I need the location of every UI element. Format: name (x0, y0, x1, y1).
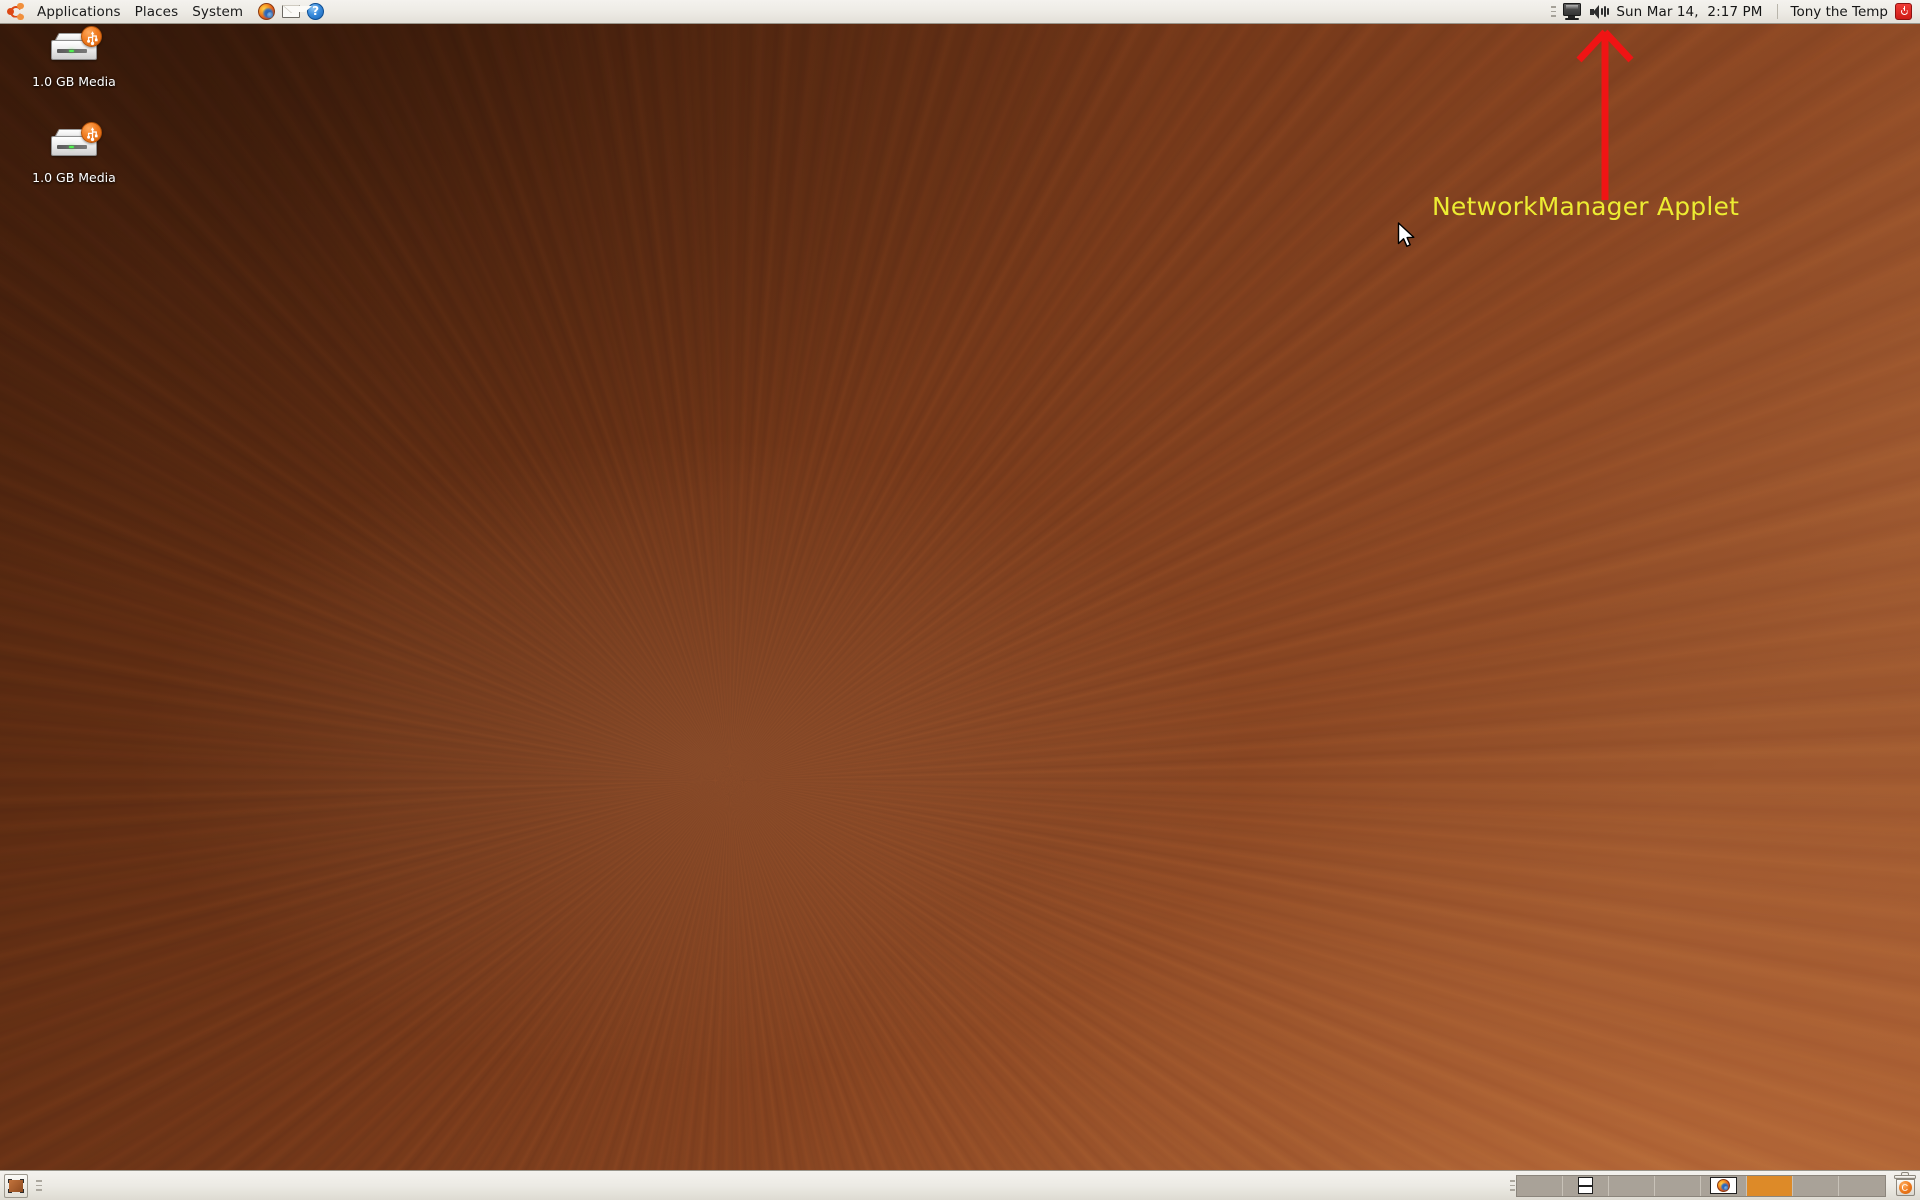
trash-icon[interactable] (1892, 1172, 1918, 1199)
ubuntu-logo-icon[interactable] (0, 0, 30, 24)
workspace-switcher-drag-handle[interactable] (1508, 1171, 1516, 1200)
mail-icon[interactable] (280, 0, 312, 24)
tray-drag-handle[interactable] (1549, 0, 1557, 24)
usb-badge-icon (81, 26, 102, 47)
firefox-icon[interactable] (256, 0, 277, 24)
workspace-5[interactable] (1701, 1175, 1747, 1196)
user-menu[interactable]: Tony the Temp (1786, 4, 1893, 20)
menu-applications[interactable]: Applications (30, 0, 128, 24)
workspace-4[interactable] (1655, 1175, 1701, 1196)
desktop-icon-label: 1.0 GB Media (32, 74, 116, 89)
workspace-1[interactable] (1517, 1175, 1563, 1196)
usb-drive-icon (47, 122, 102, 168)
usb-badge-icon (81, 122, 102, 143)
menu-system[interactable]: System (185, 0, 250, 24)
clock[interactable]: Sun Mar 14, 2:17 PM (1614, 4, 1768, 20)
workspace-8[interactable] (1839, 1176, 1885, 1196)
network-manager-icon[interactable] (1557, 0, 1587, 24)
top-panel: Applications Places System ? Sun Mar 14,… (0, 0, 1920, 24)
show-desktop-button[interactable] (4, 1173, 28, 1198)
workspace-6[interactable] (1747, 1175, 1793, 1196)
workspace-2[interactable] (1563, 1175, 1609, 1196)
desktop-icon-media-2[interactable]: 1.0 GB Media (22, 122, 126, 185)
volume-icon[interactable] (1587, 0, 1614, 24)
workspace-switcher[interactable] (1516, 1174, 1886, 1197)
panel-separator (1776, 4, 1778, 19)
bottom-panel (0, 1170, 1920, 1200)
annotation-label: NetworkManager Applet (1432, 192, 1740, 221)
desktop-icon-media-1[interactable]: 1.0 GB Media (22, 26, 126, 89)
window-list-drag-handle[interactable] (34, 1171, 44, 1200)
menu-places[interactable]: Places (128, 0, 186, 24)
workspace-3[interactable] (1609, 1175, 1655, 1196)
usb-drive-icon (47, 26, 102, 72)
workspace-7[interactable] (1793, 1175, 1839, 1196)
desktop-icon-label: 1.0 GB Media (32, 170, 116, 185)
shutdown-button[interactable] (1893, 0, 1917, 24)
